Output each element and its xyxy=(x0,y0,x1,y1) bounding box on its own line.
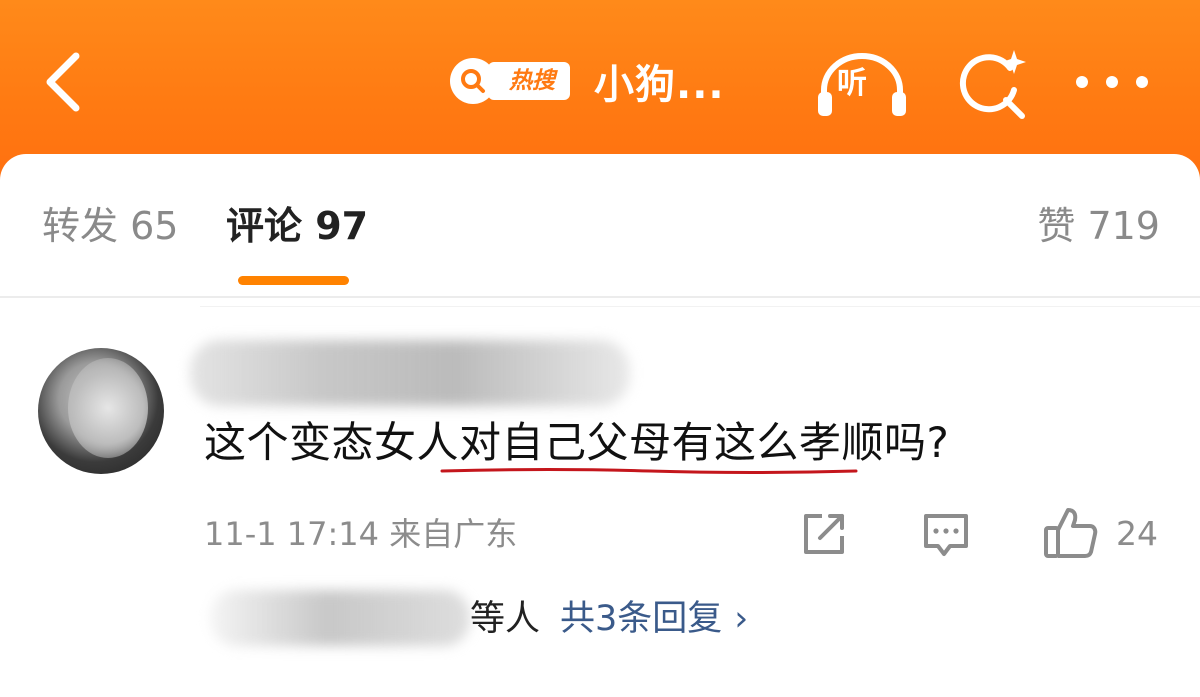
annotation-underline xyxy=(440,468,858,474)
back-arrow-icon[interactable] xyxy=(38,48,94,116)
active-tab-indicator xyxy=(238,276,349,285)
more-dots-icon[interactable] xyxy=(1072,64,1152,100)
hot-search-badge[interactable]: 热搜 xyxy=(450,56,570,106)
tabs-divider xyxy=(0,296,1200,298)
search-sparkle-icon[interactable] xyxy=(952,46,1030,124)
avatar[interactable] xyxy=(38,348,164,474)
avatar-blur xyxy=(68,358,148,458)
headphones-icon[interactable]: 听 xyxy=(814,50,910,118)
thumbs-up-icon[interactable] xyxy=(1042,504,1100,562)
listen-label: 听 xyxy=(837,66,867,101)
share-edit-icon[interactable] xyxy=(798,508,850,560)
comment-text: 这个变态女人对自己父母有这么孝顺吗? xyxy=(204,418,950,467)
tab-likes[interactable]: 赞 719 xyxy=(1037,200,1160,252)
tab-comments[interactable]: 评论 97 xyxy=(226,200,368,252)
comment-bubble-icon[interactable] xyxy=(920,508,972,560)
like-count: 24 xyxy=(1116,514,1158,553)
page-title: 小狗... xyxy=(594,62,725,108)
tab-repost[interactable]: 转发 65 xyxy=(42,200,178,252)
view-replies-link[interactable]: 等人 共3条回复 › xyxy=(470,594,748,644)
replies-suffix: 等人 xyxy=(470,599,541,639)
replies-total: 共3条回复 xyxy=(560,599,723,639)
comment-timestamp: 11-1 17:14 来自广东 xyxy=(204,515,518,553)
comment-divider xyxy=(200,306,1200,307)
reply-users-redacted xyxy=(210,590,470,646)
hot-search-label: 热搜 xyxy=(488,62,570,100)
chevron-right-icon: › xyxy=(734,599,749,639)
username-redacted xyxy=(190,340,630,406)
